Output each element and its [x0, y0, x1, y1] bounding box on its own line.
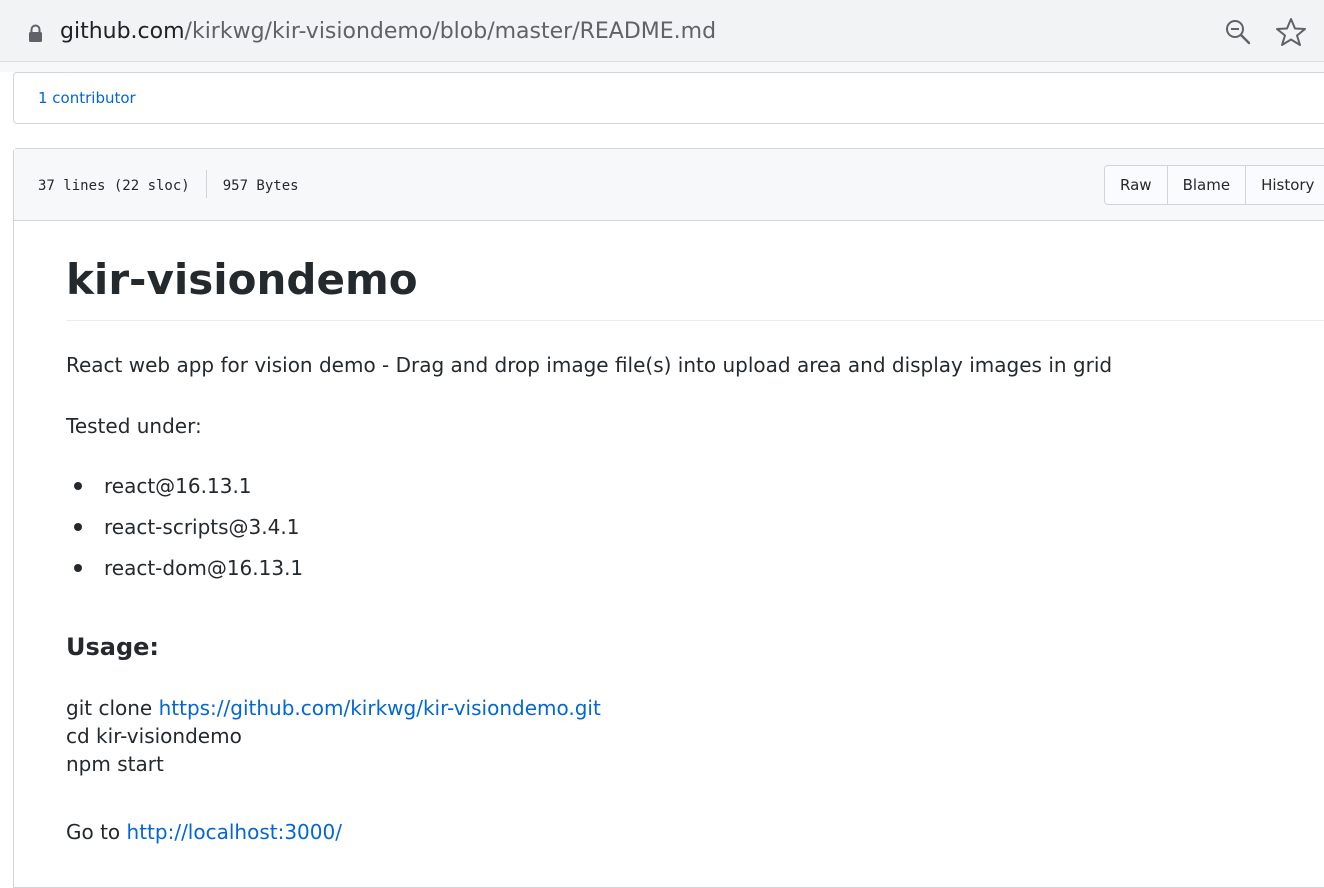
dependency-label: react@16.13.1: [104, 474, 252, 498]
star-icon[interactable]: [1274, 16, 1308, 48]
title-divider: [66, 320, 1324, 321]
bullet-icon: [74, 564, 82, 572]
url-host: github.com: [60, 19, 185, 44]
cd-line: cd kir-visiondemo: [66, 724, 242, 748]
dependency-label: react-scripts@3.4.1: [104, 515, 300, 539]
bullet-icon: [74, 482, 82, 490]
file-info-divider: [205, 170, 207, 198]
clone-line: git clone https://github.com/kirkwg/kir-…: [66, 694, 601, 722]
list-item: react-scripts@3.4.1: [66, 513, 303, 554]
history-button[interactable]: History: [1246, 165, 1324, 205]
page-top-strip: [0, 62, 1324, 72]
clone-prefix: git clone: [66, 696, 159, 720]
localhost-link[interactable]: http://localhost:3000/: [127, 820, 342, 844]
file-lines-info: 37 lines (22 sloc): [38, 178, 190, 194]
blame-button[interactable]: Blame: [1167, 165, 1247, 205]
contributors-link[interactable]: 1 contributor: [38, 88, 136, 108]
list-item: react-dom@16.13.1: [66, 554, 303, 595]
start-line: npm start: [66, 752, 164, 776]
url-field[interactable]: github.com/kirkwg/kir-visiondemo/blob/ma…: [60, 17, 716, 47]
goto-prefix: Go to: [66, 820, 127, 844]
bullet-icon: [74, 523, 82, 531]
contributors-box: 1 contributor: [13, 72, 1324, 124]
lock-icon[interactable]: [28, 24, 43, 42]
readme-description: React web app for vision demo - Drag and…: [66, 353, 1113, 377]
usage-heading: Usage:: [66, 633, 160, 661]
file-size-info: 957 Bytes: [222, 178, 299, 194]
browser-address-bar: github.com/kirkwg/kir-visiondemo/blob/ma…: [0, 0, 1324, 62]
file-info: 37 lines (22 sloc) 957 Bytes: [38, 170, 299, 198]
readme-title: kir-visiondemo: [66, 255, 418, 304]
tested-under-label: Tested under:: [66, 414, 202, 438]
file-header: 37 lines (22 sloc) 957 Bytes Raw Blame Hi…: [14, 149, 1324, 221]
list-item: react@16.13.1: [66, 472, 303, 513]
zoom-icon[interactable]: [1222, 16, 1254, 48]
clone-url-link[interactable]: https://github.com/kirkwg/kir-visiondemo…: [159, 696, 601, 720]
dependency-list: react@16.13.1 react-scripts@3.4.1 react-…: [66, 472, 303, 595]
url-path: /kirkwg/kir-visiondemo/blob/master/READM…: [184, 19, 717, 44]
dependency-label: react-dom@16.13.1: [104, 556, 304, 580]
file-actions: Raw Blame History: [1104, 165, 1324, 205]
raw-button[interactable]: Raw: [1104, 165, 1168, 205]
goto-line: Go to http://localhost:3000/: [66, 818, 342, 846]
usage-commands: git clone https://github.com/kirkwg/kir-…: [66, 694, 601, 778]
